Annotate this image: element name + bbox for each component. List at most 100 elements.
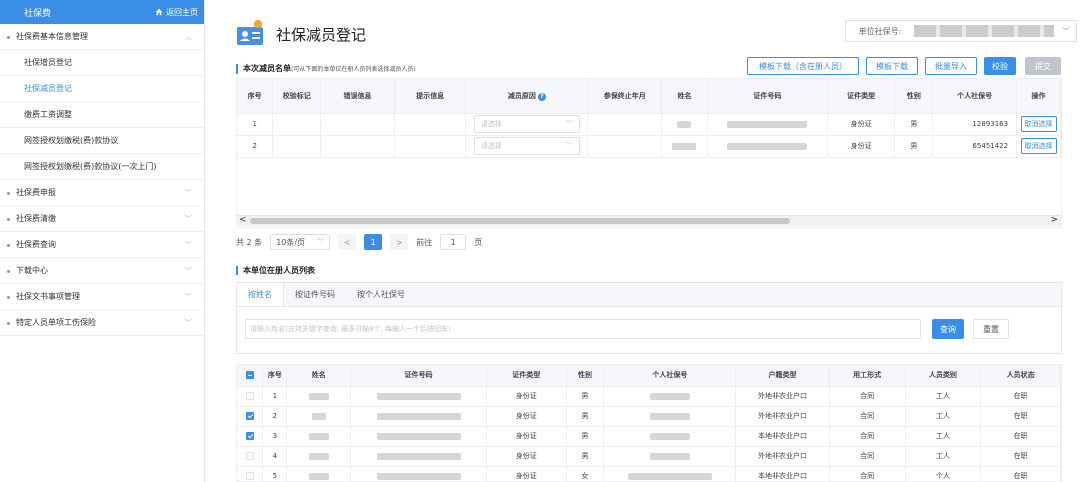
cell-name bbox=[286, 406, 352, 427]
sidebar-item-label: 网签授权划缴税(费)款协议(一次上门) bbox=[24, 162, 157, 171]
col-header: 性别 bbox=[566, 365, 605, 387]
sidebar-group-download[interactable]: 下载中心 ﹀ bbox=[0, 258, 204, 284]
cell-ssn bbox=[603, 466, 737, 481]
sidebar-group-declare[interactable]: 社保费申报 ﹀ bbox=[0, 180, 204, 206]
chevron-down-icon: ﹀ bbox=[185, 292, 192, 301]
cell-select bbox=[237, 406, 264, 427]
template-download-with-staff-button[interactable]: 模板下载（含在册人员） bbox=[747, 57, 859, 75]
validate-button[interactable]: 校验 bbox=[984, 57, 1016, 75]
sidebar-item-wage-adjust[interactable]: 缴费工资调整 bbox=[0, 102, 204, 128]
cell-id-number bbox=[350, 426, 487, 447]
tab-by-name[interactable]: 按姓名 bbox=[237, 283, 284, 306]
row-checkbox[interactable] bbox=[245, 432, 254, 440]
redacted-name bbox=[672, 142, 697, 150]
search-button[interactable]: 查询 bbox=[932, 319, 964, 339]
sidebar-item-add-staff[interactable]: 社保增员登记 bbox=[0, 50, 204, 76]
col-header: 提示信息 bbox=[394, 79, 467, 114]
col-header-select-all bbox=[237, 365, 264, 387]
sidebar-item-online-agreement[interactable]: 网签授权划缴税(费)款协议 bbox=[0, 128, 204, 154]
redacted-id bbox=[376, 432, 461, 440]
row-checkbox[interactable] bbox=[245, 472, 254, 480]
redacted-name bbox=[308, 432, 329, 440]
redacted-id bbox=[376, 452, 461, 460]
unit-ssn-select[interactable]: 单位社保号: ﹀ bbox=[845, 20, 1077, 42]
cell-end-month[interactable] bbox=[587, 113, 663, 136]
redacted-name bbox=[677, 120, 692, 128]
template-download-button[interactable]: 模板下载 bbox=[866, 57, 918, 75]
cell-select bbox=[237, 386, 264, 407]
cell-status: 在职 bbox=[980, 406, 1061, 427]
redacted-id bbox=[376, 412, 461, 420]
redacted-id bbox=[376, 392, 461, 400]
table-row[interactable]: 5 身份证 女 本地非农业户口 合同 个人 在职 bbox=[237, 466, 1061, 481]
cell-id-number bbox=[350, 406, 487, 427]
home-link[interactable]: 返回主页 bbox=[155, 7, 198, 18]
row-checkbox[interactable] bbox=[245, 392, 254, 400]
chevron-down-icon: ﹀ bbox=[185, 214, 192, 223]
sidebar-item-label: 社保增员登记 bbox=[24, 58, 72, 67]
page-number-button[interactable]: 1 bbox=[364, 234, 383, 250]
redacted-id bbox=[727, 120, 808, 128]
cell-employment: 合同 bbox=[829, 386, 906, 407]
sidebar-group-basic-info[interactable]: 社保费基本信息管理 ︿ bbox=[0, 24, 204, 50]
row-checkbox[interactable] bbox=[245, 452, 254, 460]
table-row[interactable]: 4 身份证 男 外地非农业户口 合同 工人 在职 bbox=[237, 446, 1061, 467]
tab-by-id-number[interactable]: 按证件号码 bbox=[284, 283, 346, 306]
col-header: 姓名 bbox=[661, 79, 708, 114]
sidebar-group-documents[interactable]: 社保文书事项管理 ﹀ bbox=[0, 284, 204, 310]
table-header-row: 序号 校验标记 错误信息 提示信息 减员原因? 参保终止年月 姓名 证件号码 证… bbox=[237, 79, 1061, 114]
search-input[interactable]: 请输入姓名(支持关键字查询, 最多可输8个, 每输入一个后按回车) bbox=[245, 319, 921, 339]
batch-import-button[interactable]: 批量导入 bbox=[925, 57, 977, 75]
home-icon bbox=[155, 8, 163, 16]
cell-no: 4 bbox=[262, 446, 288, 467]
select-all-checkbox[interactable] bbox=[245, 371, 254, 380]
redacted-name bbox=[308, 452, 329, 460]
tab-by-ssn[interactable]: 按个人社保号 bbox=[346, 283, 416, 306]
submit-button[interactable]: 提交 bbox=[1025, 57, 1061, 75]
col-header: 个人社保号 bbox=[603, 365, 737, 387]
chevron-down-icon: ﹀ bbox=[565, 120, 573, 128]
cancel-select-button[interactable]: 取消选择 bbox=[1020, 116, 1057, 132]
next-page-button[interactable]: > bbox=[390, 234, 409, 250]
cell-id-number bbox=[707, 113, 828, 136]
col-header: 性别 bbox=[894, 79, 934, 114]
cancel-select-button[interactable]: 取消选择 bbox=[1020, 138, 1057, 154]
scroll-right-icon[interactable]: > bbox=[1050, 215, 1058, 225]
reduce-section-hint: (可从下面的本单位在册人员列表选择减员人员) bbox=[291, 66, 416, 73]
reduce-reason-select[interactable]: 请选择 ﹀ bbox=[473, 115, 580, 133]
redacted-id bbox=[376, 472, 461, 480]
cell-end-month[interactable] bbox=[587, 135, 663, 158]
cell-category: 工人 bbox=[905, 386, 982, 407]
sidebar-group-label: 社保文书事项管理 bbox=[16, 292, 80, 301]
sidebar-group-label: 社保费申报 bbox=[16, 188, 56, 197]
redacted-ssn bbox=[649, 432, 690, 440]
sidebar-group-clear[interactable]: 社保费清缴 ﹀ bbox=[0, 206, 204, 232]
cell-id-type: 身份证 bbox=[486, 386, 567, 407]
sidebar: 社保费 返回主页 社保费基本信息管理 ︿ 社保增员登记 社保减员登记 缴费工资调… bbox=[0, 0, 205, 482]
table-row[interactable]: 1 身份证 男 外地非农业户口 合同 工人 在职 bbox=[237, 386, 1061, 407]
cell-category: 工人 bbox=[905, 446, 982, 467]
sidebar-group-query[interactable]: 社保费查询 ﹀ bbox=[0, 232, 204, 258]
redacted-id bbox=[727, 142, 808, 150]
row-checkbox[interactable] bbox=[245, 412, 254, 420]
cell-no: 2 bbox=[262, 406, 288, 427]
cell-category: 个人 bbox=[905, 466, 982, 481]
sidebar-item-reduce-staff[interactable]: 社保减员登记 bbox=[0, 76, 204, 102]
page-size-select[interactable]: 10条/页 ﹀ bbox=[270, 234, 331, 250]
col-header: 人员类别 bbox=[905, 365, 982, 387]
prev-page-button[interactable]: < bbox=[338, 234, 357, 250]
goto-page-input[interactable]: 1 bbox=[440, 234, 467, 250]
table-row[interactable]: 2 身份证 男 外地非农业户口 合同 工人 在职 bbox=[237, 406, 1061, 427]
scrollbar-thumb[interactable] bbox=[250, 218, 790, 224]
horizontal-scrollbar[interactable]: < > bbox=[236, 215, 1062, 226]
sidebar-group-injury-insurance[interactable]: 特定人员单项工伤保险 ﹀ bbox=[0, 310, 204, 336]
cell-name bbox=[661, 113, 708, 136]
reduce-reason-select[interactable]: 请选择 ﹀ bbox=[473, 137, 580, 155]
help-icon[interactable]: ? bbox=[537, 92, 546, 101]
table-row[interactable]: 3 身份证 男 本地非农业户口 合同 工人 在职 bbox=[237, 426, 1061, 447]
reset-button[interactable]: 重置 bbox=[973, 319, 1009, 339]
scroll-left-icon[interactable]: < bbox=[239, 215, 247, 225]
cell-error bbox=[320, 113, 395, 136]
sidebar-item-online-agreement-once[interactable]: 网签授权划缴税(费)款协议(一次上门) bbox=[0, 154, 204, 180]
reduce-section-title-text: 本次减员名单 bbox=[243, 64, 291, 73]
